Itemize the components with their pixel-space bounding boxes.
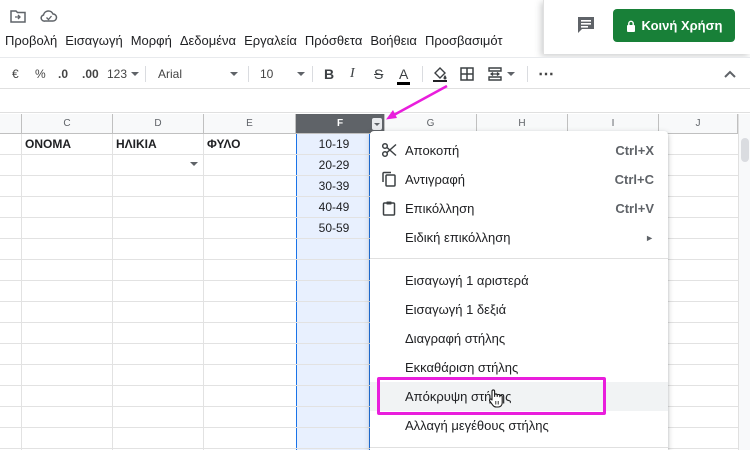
menu-data[interactable]: Δεδομένα — [176, 32, 240, 52]
menu-view[interactable]: Προβολή — [0, 32, 61, 52]
comment-icon[interactable] — [575, 14, 597, 36]
column-dropdown-icon[interactable] — [372, 118, 382, 130]
borders-icon — [460, 67, 474, 81]
submenu-arrow-icon: ► — [645, 232, 654, 243]
font-family-value: Arial — [158, 67, 183, 81]
paint-bucket-icon — [433, 67, 447, 82]
font-family-select[interactable]: Arial — [158, 58, 240, 90]
cell-age-range[interactable]: 30-39 — [297, 176, 371, 197]
menu-accessibility[interactable]: Προσβασιμότ — [421, 32, 507, 52]
column-header-d[interactable]: D — [113, 114, 204, 134]
font-size-value: 10 — [260, 67, 274, 81]
menu-item-copy[interactable]: Αντιγραφή Ctrl+C — [370, 165, 668, 194]
chevron-down-icon — [507, 72, 515, 76]
italic-button[interactable]: I — [350, 58, 355, 90]
merge-cells-icon — [488, 67, 502, 81]
menu-item-label: Διαγραφή στήλης — [405, 331, 506, 346]
chevron-down-icon — [131, 72, 140, 76]
menu-item-label: Επικόλληση — [405, 201, 475, 216]
merge-cells-button[interactable] — [487, 58, 515, 90]
share-button[interactable]: Κοινή Χρήση — [613, 9, 735, 42]
more-options-icon[interactable]: ⋯ — [538, 58, 555, 90]
percent-format-button[interactable]: % — [35, 58, 46, 90]
menu-item-label: Εισαγωγή 1 αριστερά — [405, 273, 529, 288]
font-size-select[interactable]: 10 — [260, 58, 305, 90]
cell-age-range[interactable]: 20-29 — [297, 155, 371, 176]
top-icons — [10, 8, 58, 24]
text-color-label: A — [399, 66, 409, 82]
column-header-b[interactable] — [0, 114, 22, 134]
scissors-icon — [381, 142, 397, 158]
menu-item-label: Εισαγωγή 1 δεξιά — [405, 302, 507, 317]
increase-decimals-button[interactable]: .00 — [82, 58, 99, 90]
lock-icon — [626, 20, 635, 32]
column-header-j[interactable]: J — [659, 114, 738, 134]
column-header-f-label: F — [336, 118, 344, 129]
menu-tools[interactable]: Εργαλεία — [240, 32, 301, 52]
menu-item-label: Αλλαγή μεγέθους στήλης — [405, 418, 549, 433]
menu-item-paste[interactable]: Επικόλληση Ctrl+V — [370, 194, 668, 223]
menubar: Προβολή Εισαγωγή Μορφή Δεδομένα Εργαλεία… — [0, 32, 545, 52]
menu-insert[interactable]: Εισαγωγή — [61, 32, 126, 52]
menu-item-shortcut: Ctrl+X — [615, 143, 654, 158]
menu-item-label: Εκκαθάριση στήλης — [405, 360, 519, 375]
scrollbar-thumb[interactable] — [741, 138, 749, 162]
menu-item-resize-column[interactable]: Αλλαγή μεγέθους στήλης — [370, 411, 668, 440]
more-formats-dropdown[interactable]: 123 — [107, 58, 140, 90]
menu-item-shortcut: Ctrl+V — [615, 201, 654, 216]
menu-item-paste-special[interactable]: Ειδική επικόλληση ► — [370, 223, 668, 252]
cloud-status-icon[interactable] — [40, 8, 58, 24]
cell-age-header[interactable]: ΗΛΙΚΙΑ — [113, 134, 204, 155]
column-header-e[interactable]: E — [204, 114, 296, 134]
toolbar: € % .0 .00 123 Arial 10 B I S A ⋯ — [0, 57, 750, 89]
data-validation-dropdown-icon[interactable] — [190, 162, 198, 166]
menu-item-label: Αντιγραφή — [405, 172, 466, 187]
cell-gender-header[interactable]: ΦΥΛΟ — [204, 134, 295, 155]
currency-format-button[interactable]: € — [12, 58, 19, 90]
column-header-c[interactable]: C — [22, 114, 113, 134]
share-panel: Κοινή Χρήση — [543, 0, 750, 54]
menu-help[interactable]: Βοήθεια — [366, 32, 421, 52]
copy-icon — [382, 171, 396, 187]
menu-item-cut[interactable]: Αποκοπή Ctrl+X — [370, 136, 668, 165]
annotation-highlight-box — [377, 377, 606, 415]
cell-age-range[interactable]: 40-49 — [297, 197, 371, 218]
collapse-toolbar-icon[interactable] — [724, 58, 736, 90]
strikethrough-button[interactable]: S — [374, 58, 383, 90]
move-to-folder-icon[interactable] — [10, 8, 26, 24]
chevron-down-icon — [297, 72, 305, 76]
share-label: Κοινή Χρήση — [641, 18, 723, 33]
borders-button[interactable] — [459, 58, 475, 90]
menu-addons[interactable]: Πρόσθετα — [301, 32, 367, 52]
fill-color-button[interactable] — [432, 58, 448, 90]
cell-age-range[interactable]: 50-59 — [297, 218, 371, 239]
menu-item-insert-left[interactable]: Εισαγωγή 1 αριστερά — [370, 266, 668, 295]
cell-name-header[interactable]: ΟΝΟΜΑ — [22, 134, 113, 155]
formula-bar[interactable] — [0, 89, 750, 113]
cell-age-range[interactable]: 10-19 — [297, 134, 371, 155]
decrease-decimals-button[interactable]: .0 — [58, 58, 68, 90]
vertical-scrollbar[interactable] — [738, 114, 750, 450]
menu-item-delete-column[interactable]: Διαγραφή στήλης — [370, 324, 668, 353]
menu-format[interactable]: Μορφή — [127, 32, 176, 52]
menu-item-insert-right[interactable]: Εισαγωγή 1 δεξιά — [370, 295, 668, 324]
text-color-swatch — [397, 82, 411, 85]
bold-button[interactable]: B — [324, 58, 334, 90]
more-formats-label: 123 — [107, 67, 128, 81]
clipboard-icon — [382, 201, 396, 216]
menu-item-shortcut: Ctrl+C — [614, 172, 654, 187]
text-color-button[interactable]: A — [397, 58, 411, 90]
menu-item-label: Ειδική επικόλληση — [405, 230, 511, 245]
chevron-down-icon — [230, 72, 238, 76]
menu-item-label: Αποκοπή — [405, 143, 460, 158]
